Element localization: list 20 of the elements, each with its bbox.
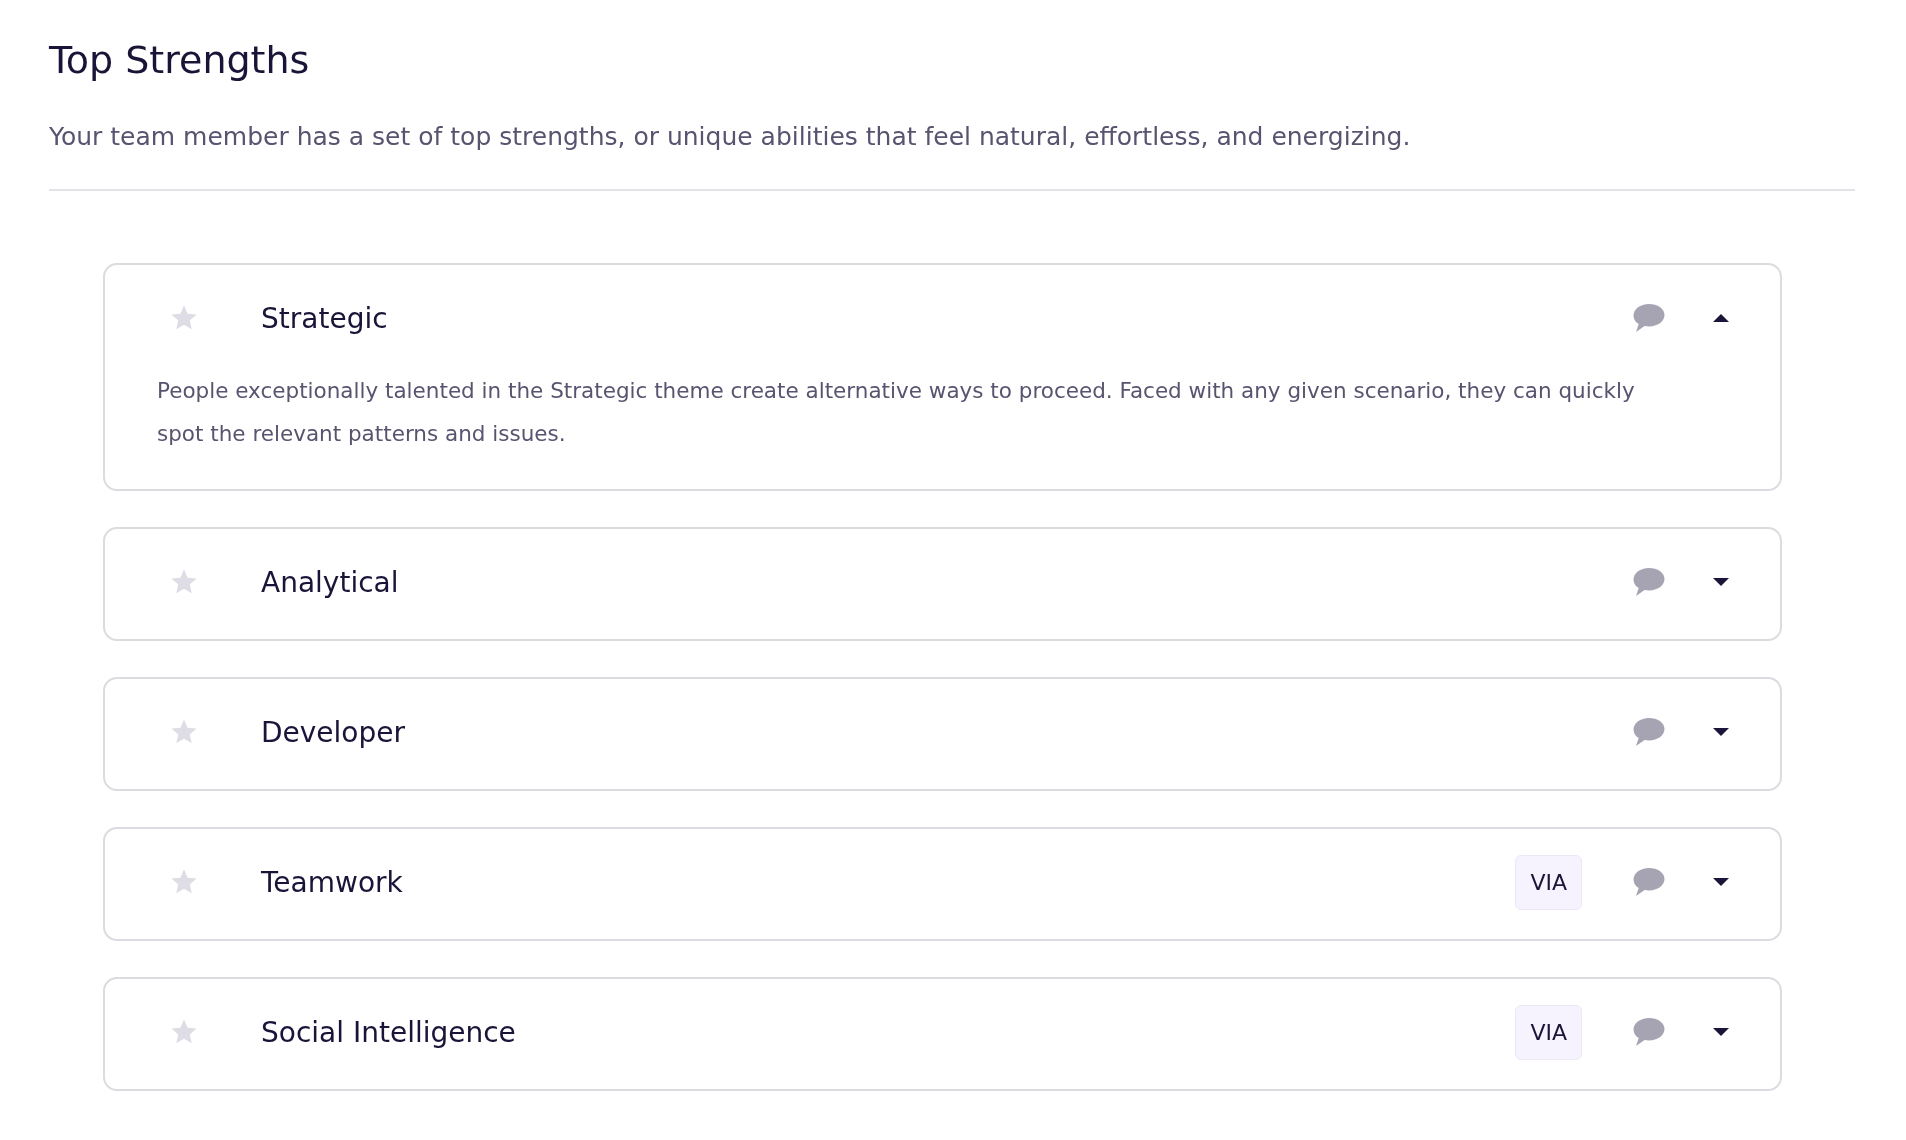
expand-toggle[interactable] <box>1712 876 1730 888</box>
expand-toggle[interactable] <box>1712 1026 1730 1038</box>
strength-name: Developer <box>261 715 406 749</box>
expand-toggle[interactable] <box>1712 576 1730 588</box>
comment-icon[interactable] <box>1632 717 1666 747</box>
strength-name: Analytical <box>261 565 400 599</box>
strength-description: People exceptionally talented in the Strategic theme create alternative ways to proceed. Faced with any given scenario, they can quickly spot the relevant patterns and issues. <box>157 377 1636 448</box>
comment-icon[interactable] <box>1632 867 1666 897</box>
section-description: Your team member has a set of top strengths, or unique abilities that feel natural, effortless, and energizing. <box>49 122 1412 151</box>
source-tag: VIA <box>1515 854 1582 910</box>
strength-name: Strategic <box>261 301 389 335</box>
comment-icon[interactable] <box>1632 567 1666 597</box>
strength-name: Teamwork <box>261 865 404 899</box>
strength-name: Social Intelligence <box>261 1015 517 1049</box>
section-heading: Top Strengths <box>49 38 311 82</box>
expand-toggle[interactable] <box>1712 312 1730 324</box>
expand-toggle[interactable] <box>1712 726 1730 738</box>
source-tag: VIA <box>1515 1004 1582 1060</box>
comment-icon[interactable] <box>1632 1017 1666 1047</box>
comment-icon[interactable] <box>1632 303 1666 333</box>
